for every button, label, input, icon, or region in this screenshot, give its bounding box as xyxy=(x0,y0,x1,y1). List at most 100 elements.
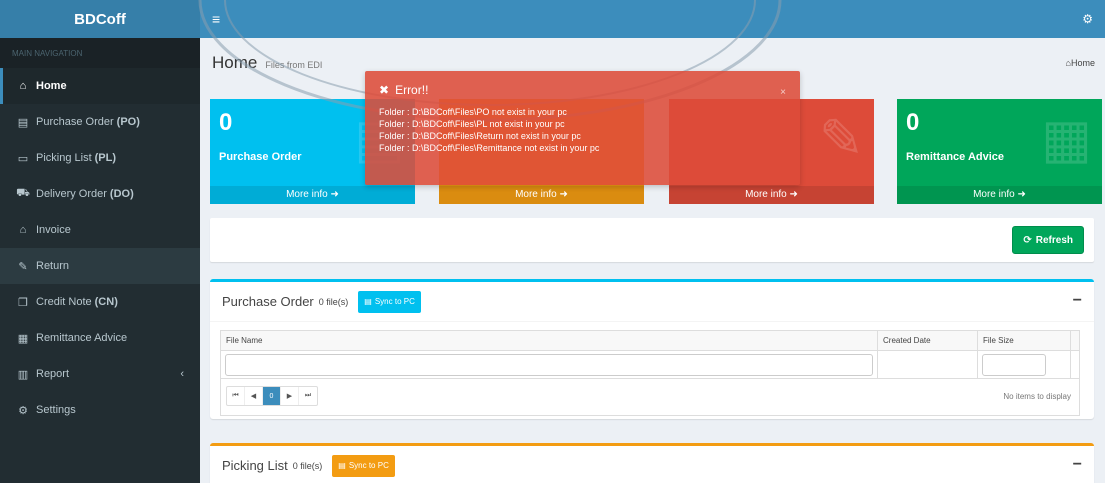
panel-header: Purchase Order 0 file(s) ▤ Sync to PC − xyxy=(210,282,1094,322)
sync-to-pc-button[interactable]: ▤ Sync to PC xyxy=(358,290,421,313)
bank-icon: ⌂ xyxy=(19,224,27,236)
page-subtitle: Files from EDI xyxy=(265,60,323,70)
prev-page-icon[interactable]: ◀ xyxy=(245,387,263,405)
file-count: 0 file(s) xyxy=(318,296,349,307)
tile-label: Purchase Order xyxy=(219,151,302,163)
sidebar-item-label: Delivery Order xyxy=(36,188,107,200)
purchase-order-panel: Purchase Order 0 file(s) ▤ Sync to PC − F… xyxy=(210,279,1094,419)
first-page-icon[interactable]: ⏮ xyxy=(227,387,245,405)
column-header-file-name[interactable]: File Name xyxy=(221,331,878,350)
error-message: Folder : D:\BDCoff\Files\PO not exist in… xyxy=(379,107,567,117)
file-count: 0 file(s) xyxy=(292,460,323,471)
sidebar-item-delivery-order[interactable]: ⛟ Delivery Order (DO) xyxy=(0,176,200,212)
collapse-icon[interactable]: − xyxy=(1073,456,1082,474)
document-icon: ▤ xyxy=(17,116,29,129)
pager-buttons: ⏮ ◀ 0 ▶ ⏭ xyxy=(226,386,318,406)
sidebar-item-home[interactable]: ⌂ Home xyxy=(0,68,200,104)
panel-title: Purchase Order xyxy=(222,294,314,309)
arrow-right-circle-icon: ➜ xyxy=(1017,189,1026,200)
arrow-right-circle-icon: ➜ xyxy=(559,189,568,200)
more-info-link[interactable]: More info ➜ xyxy=(669,186,874,204)
sidebar-item-label: Return xyxy=(36,260,70,272)
refresh-icon: ⟳ xyxy=(1023,234,1032,246)
nav-header: MAIN NAVIGATION xyxy=(0,38,200,68)
files-grid: File Name Created Date File Size ⏮ ◀ 0 ▶… xyxy=(220,330,1080,416)
home-icon: ⌂ xyxy=(19,80,27,92)
sidebar-item-label: Credit Note xyxy=(36,296,92,308)
sidebar-item-invoice[interactable]: ⌂ Invoice xyxy=(0,212,200,248)
database-icon: ▤ xyxy=(364,297,372,306)
sidebar-item-remittance-advice[interactable]: ▦ Remittance Advice xyxy=(0,320,200,356)
error-message: Folder : D:\BDCoff\Files\PL not exist in… xyxy=(379,119,565,129)
error-title-text: Error!! xyxy=(395,83,429,97)
tile-label: Remittance Advice xyxy=(906,151,1005,163)
error-message: Folder : D:\BDCoff\Files\Remittance not … xyxy=(379,143,600,153)
sidebar-item-label: Settings xyxy=(36,404,76,416)
filter-cell xyxy=(221,351,878,378)
gears-icon[interactable]: ⚙ xyxy=(1082,12,1093,26)
sidebar-item-picking-list[interactable]: ▭ Picking List (PL) xyxy=(0,140,200,176)
tile-remittance-advice: ▦ 0 Remittance Advice More info ➜ xyxy=(897,99,1102,204)
more-info-link[interactable]: More info ➜ xyxy=(210,186,415,204)
sidebar-item-purchase-order[interactable]: ▤ Purchase Order (PO) xyxy=(0,104,200,140)
arrow-right-circle-icon: ➜ xyxy=(330,189,339,200)
sidebar-item-abbr: (PL) xyxy=(94,152,117,164)
collapse-icon[interactable]: − xyxy=(1073,292,1082,310)
sidebar-item-label: Picking List xyxy=(36,152,92,164)
sidebar-item-label: Home xyxy=(36,80,67,92)
grid-filter-row xyxy=(221,351,1079,379)
more-info-link[interactable]: More info ➜ xyxy=(439,186,644,204)
sidebar-item-abbr: (DO) xyxy=(109,188,134,200)
sidebar-item-credit-note[interactable]: ❐ Credit Note (CN) xyxy=(0,284,200,320)
breadcrumb[interactable]: ⌂Home xyxy=(1066,58,1095,68)
filter-cell xyxy=(978,351,1071,378)
truck-icon: ⛟ xyxy=(16,187,30,199)
edit-icon: ✎ xyxy=(18,260,28,273)
tile-count: 0 xyxy=(906,109,920,136)
breadcrumb-home[interactable]: Home xyxy=(1071,58,1095,68)
file-size-filter-input[interactable] xyxy=(982,353,1046,376)
error-icon: ✖ xyxy=(379,83,390,97)
sidebar-item-label: Purchase Order xyxy=(36,116,114,128)
grid-header: File Name Created Date File Size xyxy=(221,331,1079,351)
sidebar-item-abbr: (PO) xyxy=(116,116,140,128)
sidebar-item-report[interactable]: ▥ Report ‹ xyxy=(0,356,200,392)
current-page[interactable]: 0 xyxy=(263,387,281,405)
sidebar-item-label: Report xyxy=(36,368,70,380)
panel-title: Picking List xyxy=(222,458,288,473)
list-icon: ▭ xyxy=(17,152,29,165)
refresh-button[interactable]: ⟳ Refresh xyxy=(1012,226,1084,254)
column-header-file-size[interactable]: File Size xyxy=(978,331,1071,350)
menu-toggle-icon[interactable]: ≡ xyxy=(212,11,220,27)
sidebar-item-label: Remittance Advice xyxy=(36,332,128,344)
error-title: ✖ Error!! xyxy=(379,83,786,97)
sync-to-pc-button[interactable]: ▤ Sync to PC xyxy=(332,454,395,477)
copy-icon: ❐ xyxy=(18,296,28,309)
edit-icon: ✎ xyxy=(818,109,864,169)
file-name-filter-input[interactable] xyxy=(225,353,873,376)
error-message: Folder : D:\BDCoff\Files\Return not exis… xyxy=(379,131,581,141)
sidebar-item-settings[interactable]: ⚙ Settings xyxy=(0,392,200,428)
more-info-link[interactable]: More info ➜ xyxy=(897,186,1102,204)
database-icon: ▤ xyxy=(338,461,346,470)
next-page-icon[interactable]: ▶ xyxy=(281,387,299,405)
column-header-created-date[interactable]: Created Date xyxy=(878,331,978,350)
last-page-icon[interactable]: ⏭ xyxy=(299,387,317,405)
chevron-left-icon: ‹ xyxy=(180,368,184,380)
sidebar-item-abbr: (CN) xyxy=(94,296,118,308)
arrow-right-circle-icon: ➜ xyxy=(789,189,798,200)
filter-cell xyxy=(878,351,978,378)
refresh-box: ⟳ Refresh xyxy=(210,218,1094,262)
no-items-message: No items to display xyxy=(1003,391,1071,401)
picking-list-panel: Picking List 0 file(s) ▤ Sync to PC − xyxy=(210,443,1094,483)
calendar-icon: ▦ xyxy=(1040,109,1092,169)
page-title: Home xyxy=(212,53,258,72)
close-icon[interactable]: × xyxy=(780,87,786,98)
error-notification: ✖ Error!! × Folder : D:\BDCoff\Files\PO … xyxy=(365,71,800,185)
app-logo[interactable]: BDC off xyxy=(0,0,200,38)
top-navbar: ≡ ⚙ xyxy=(200,0,1105,38)
sidebar: BDC off MAIN NAVIGATION ⌂ Home ▤ Purchase… xyxy=(0,0,200,483)
sidebar-item-return[interactable]: ✎ Return xyxy=(0,248,200,284)
sidebar-item-label: Invoice xyxy=(36,224,71,236)
gears-icon: ⚙ xyxy=(18,404,28,417)
